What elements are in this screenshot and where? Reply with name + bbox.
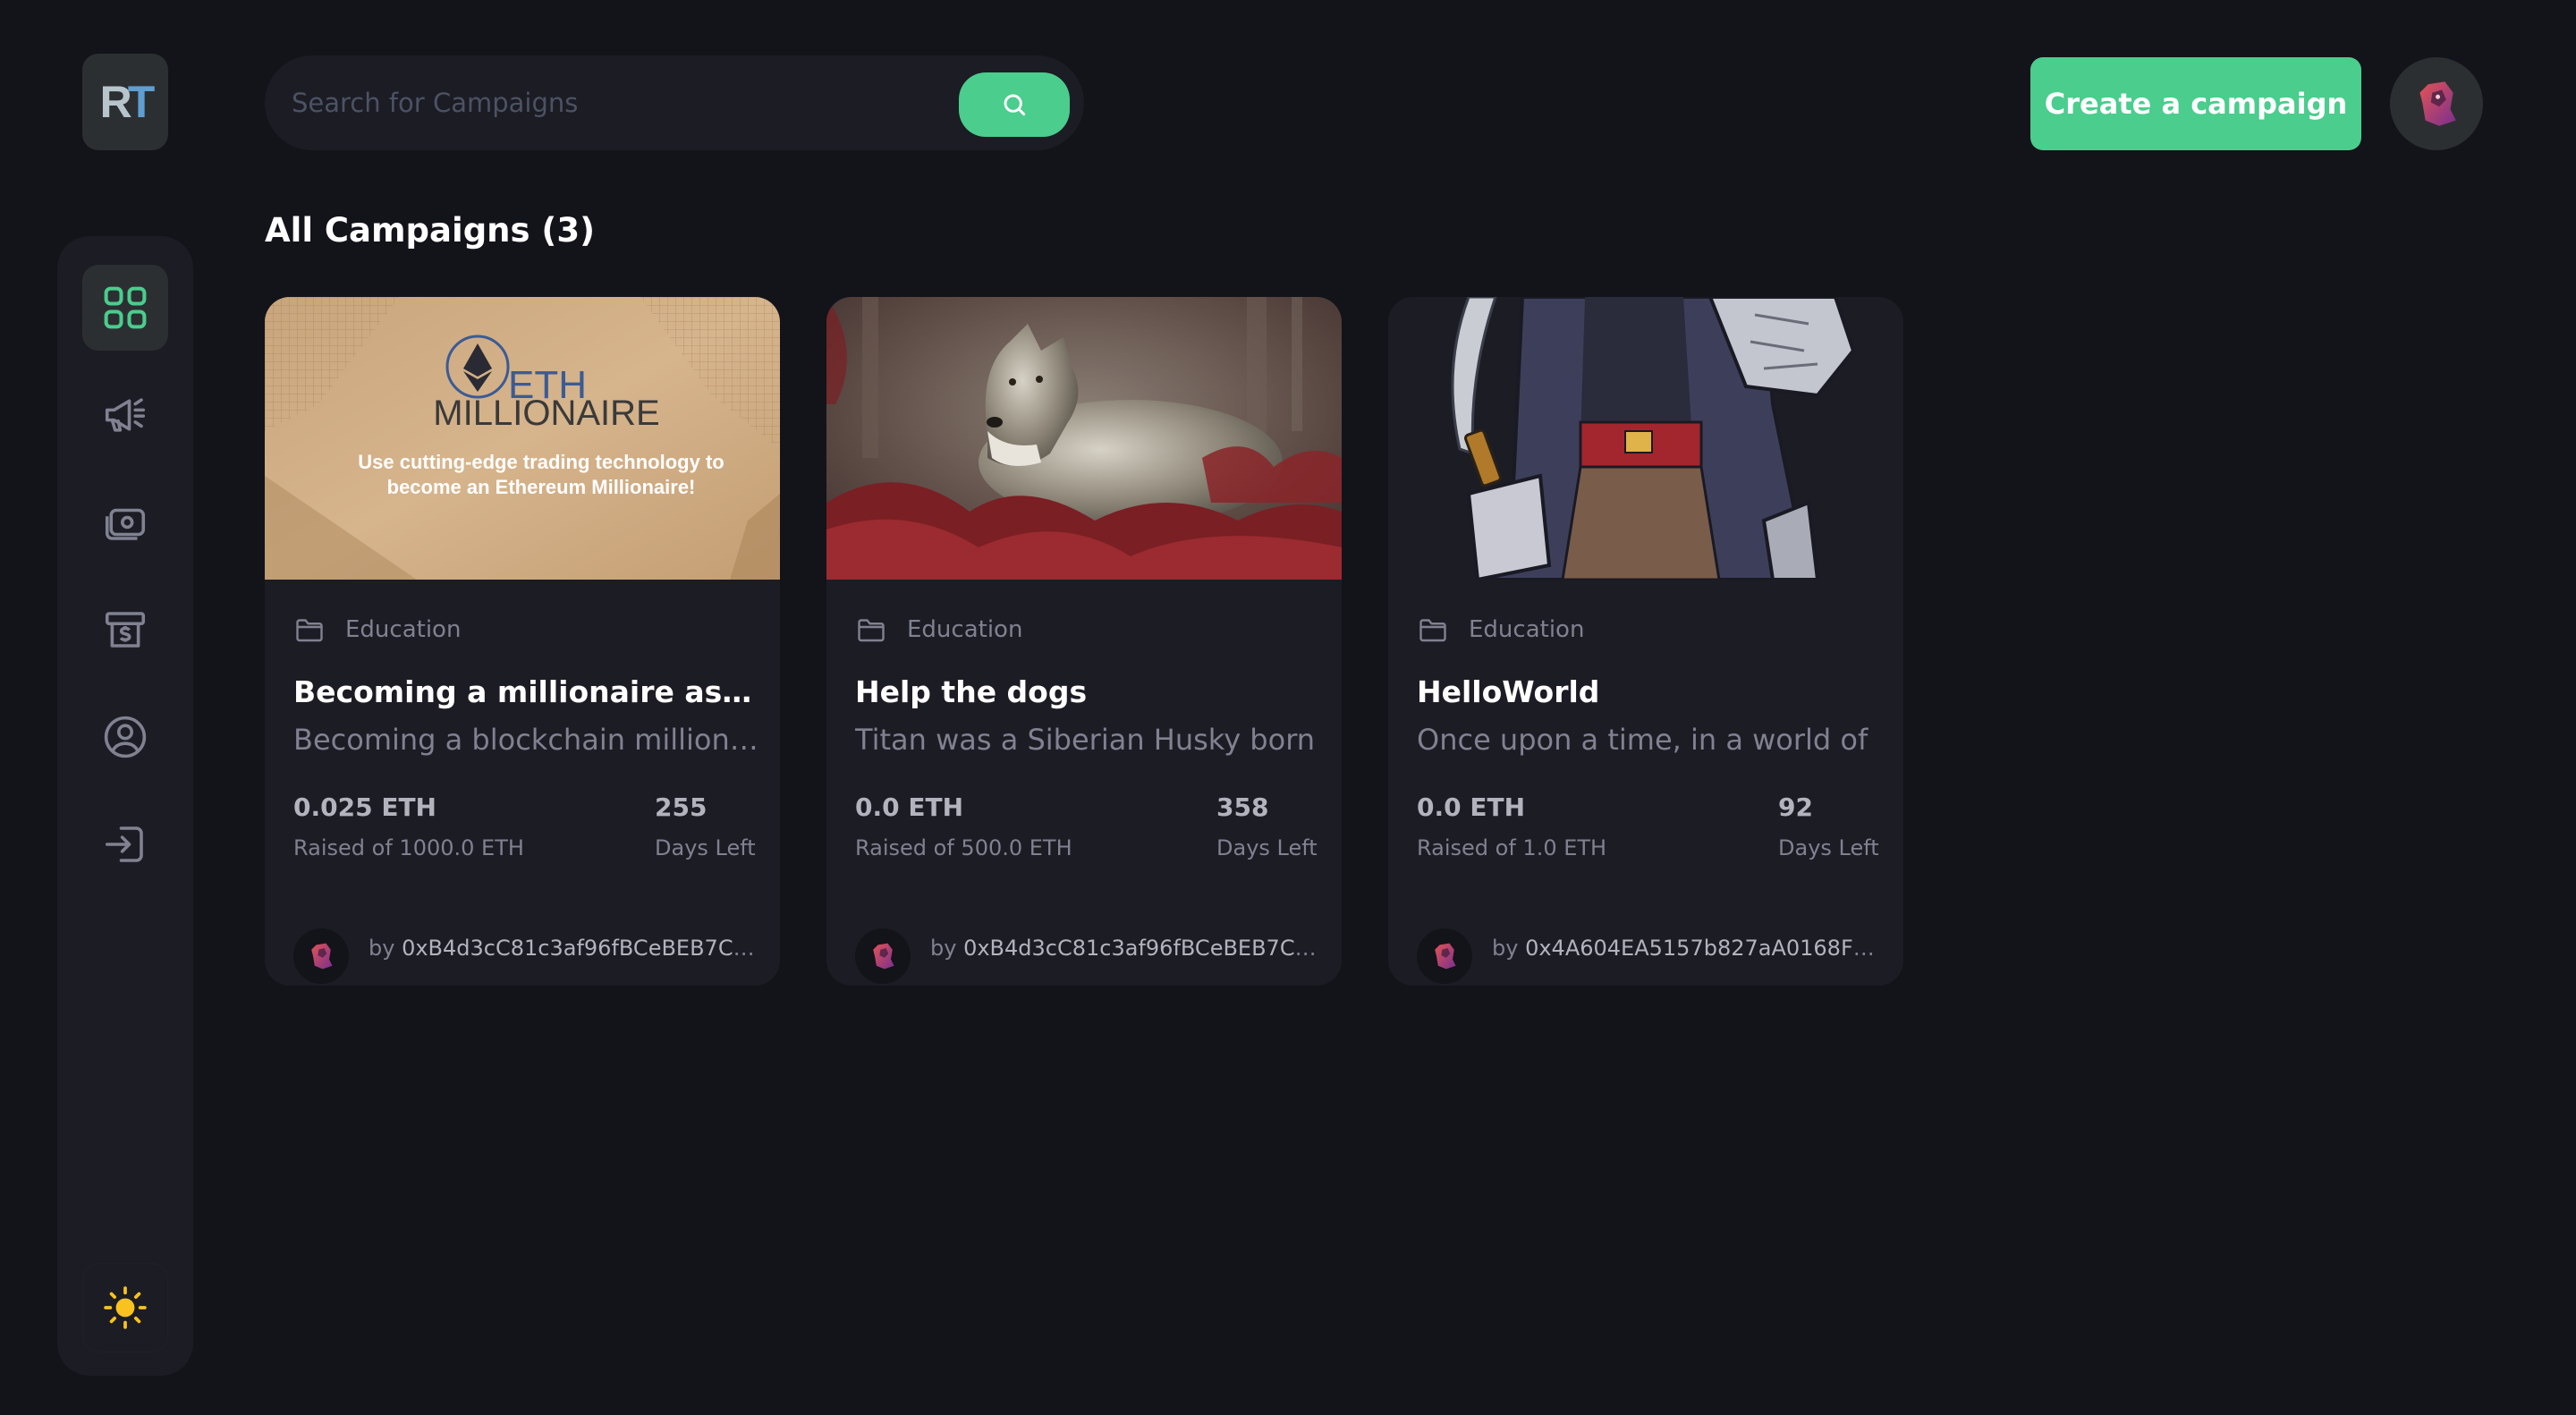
owner-line: by 0x4A604EA5157b827aA0168F552B	[1492, 936, 1878, 961]
sidebar-item-payment[interactable]	[82, 479, 168, 565]
search-input[interactable]	[292, 55, 936, 150]
sidebar-item-logout[interactable]	[82, 801, 168, 887]
owner-address: 0xB4d3cC81c3af96fBCeBEB7C8D	[963, 936, 1317, 961]
owner-avatar	[855, 928, 911, 984]
create-campaign-button[interactable]: Create a campaign	[2030, 57, 2361, 150]
campaign-description: Titan was a Siberian Husky born	[855, 723, 1316, 757]
avatar-icon	[1435, 943, 1456, 970]
campaign-image	[1388, 297, 1903, 580]
campaign-title: Becoming a millionaire as a blockchain m…	[293, 674, 758, 709]
withdraw-money-icon	[105, 612, 146, 648]
owner-line: by 0xB4d3cC81c3af96fBCeBEB7C8D	[930, 936, 1317, 961]
sidebar-item-withdraw[interactable]	[82, 587, 168, 673]
search-button[interactable]	[959, 72, 1070, 137]
amount-raised: 0.0 ETH	[855, 792, 964, 822]
page-title: All Campaigns (3)	[265, 211, 595, 250]
days-left-value: 92	[1778, 792, 1813, 822]
search-bar	[265, 55, 1084, 150]
banner-tagline-1: Use cutting-edge trading technology to	[358, 451, 724, 473]
theme-toggle-button[interactable]	[82, 1263, 168, 1352]
sidebar	[57, 236, 193, 1376]
campaign-title: Help the dogs	[855, 674, 1088, 709]
category-label: Education	[345, 616, 462, 643]
owner-avatar	[1417, 928, 1472, 984]
logo-text: RT	[99, 77, 156, 127]
profile-button[interactable]	[2390, 57, 2483, 150]
campaign-image: ETH MILLIONAIRE Use cutting-edge trading…	[265, 297, 780, 580]
raised-of-target: Raised of 1.0 ETH	[1417, 835, 1607, 860]
category-row: Education	[855, 612, 1022, 648]
folder-icon	[296, 619, 323, 642]
raised-of-target: Raised of 1000.0 ETH	[293, 835, 524, 860]
owner-address: 0x4A604EA5157b827aA0168F552B	[1525, 936, 1878, 961]
payment-card-icon	[105, 508, 146, 540]
owner-line: by 0xB4d3cC81c3af96fBCeBEB7C8D	[369, 936, 755, 961]
category-row: Education	[1417, 612, 1584, 648]
raised-of-target: Raised of 500.0 ETH	[855, 835, 1072, 860]
folder-icon	[1419, 619, 1446, 642]
banner-tagline-2: become an Ethereum Millionaire!	[386, 476, 696, 498]
owner-avatar	[293, 928, 349, 984]
campaign-title: HelloWorld	[1417, 674, 1600, 709]
days-left-label: Days Left	[1216, 835, 1318, 860]
campaign-card[interactable]: Education Help the dogs Titan was a Sibe…	[826, 297, 1342, 986]
amount-raised: 0.0 ETH	[1417, 792, 1526, 822]
avatar-icon	[311, 943, 333, 970]
dashboard-grid-icon	[104, 286, 147, 329]
logout-icon	[105, 826, 143, 862]
sidebar-item-profile[interactable]	[82, 694, 168, 780]
folder-icon	[858, 619, 885, 642]
campaign-image	[826, 297, 1342, 580]
days-left-value: 358	[1216, 792, 1269, 822]
category-label: Education	[1469, 616, 1585, 643]
campaign-description: Once upon a time, in a world of	[1417, 723, 1868, 757]
sun-icon	[104, 1286, 147, 1329]
app-logo[interactable]: RT	[82, 54, 168, 150]
days-left-label: Days Left	[655, 835, 756, 860]
sidebar-item-dashboard[interactable]	[82, 265, 168, 351]
user-circle-icon	[104, 716, 147, 758]
owner-address: 0xB4d3cC81c3af96fBCeBEB7C8D	[402, 936, 755, 961]
search-icon	[1004, 94, 1026, 116]
megaphone-icon	[105, 398, 146, 432]
campaign-card[interactable]: Education HelloWorld Once upon a time, i…	[1388, 297, 1903, 986]
campaign-description: Becoming a blockchain millionaire	[293, 723, 758, 757]
sidebar-item-campaign[interactable]	[82, 372, 168, 458]
avatar-icon	[873, 943, 894, 970]
days-left-label: Days Left	[1778, 835, 1879, 860]
banner-heading-bottom: MILLIONAIRE	[433, 394, 660, 433]
campaign-card[interactable]: ETH MILLIONAIRE Use cutting-edge trading…	[265, 297, 780, 986]
category-row: Education	[293, 612, 461, 648]
category-label: Education	[907, 616, 1023, 643]
amount-raised: 0.025 ETH	[293, 792, 436, 822]
avatar-icon	[2419, 81, 2456, 126]
days-left-value: 255	[655, 792, 708, 822]
